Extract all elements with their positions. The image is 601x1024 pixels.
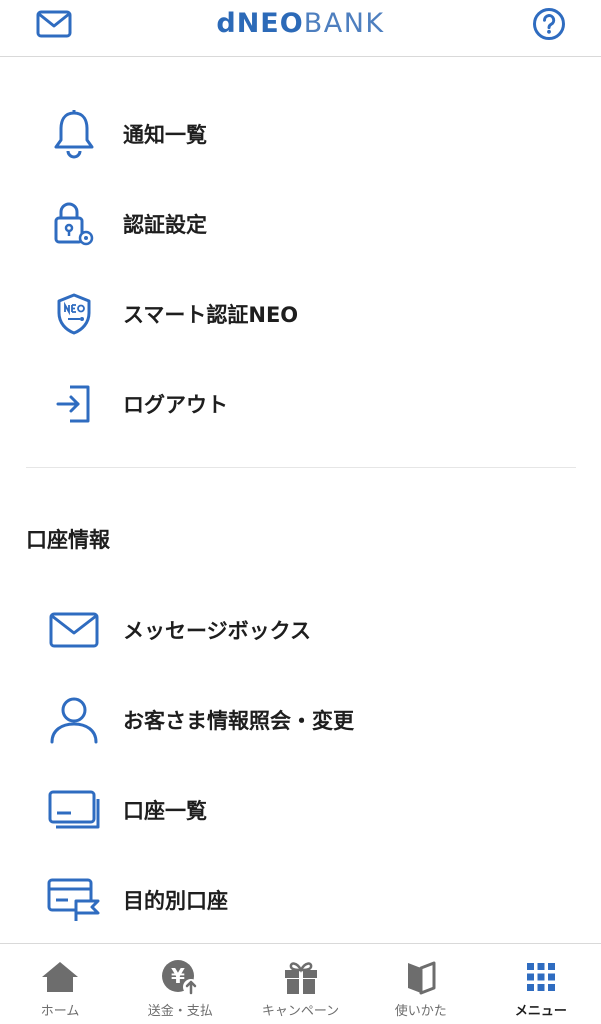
tab-transfer-payment[interactable]: ¥ 送金・支払 <box>120 944 240 1024</box>
neo-shield-icon <box>44 284 104 344</box>
tab-campaign[interactable]: キャンペーン <box>240 944 360 1024</box>
menu-item-customer-info[interactable]: お客さま情報照会・変更 <box>0 677 601 763</box>
home-icon <box>40 958 80 996</box>
section-title-account: 口座情報 <box>26 528 110 552</box>
gift-icon <box>282 958 320 996</box>
person-icon <box>44 690 104 750</box>
tab-home[interactable]: ホーム <box>0 944 120 1024</box>
menu-label: スマート認証NEO <box>123 303 299 327</box>
help-icon[interactable] <box>527 6 571 42</box>
grid-icon <box>525 958 557 996</box>
menu-item-account-list[interactable]: 口座一覧 <box>0 767 601 853</box>
menu-label: メッセージボックス <box>123 619 311 643</box>
menu-item-smart-auth-neo[interactable]: スマート認証NEO <box>0 271 601 357</box>
logo-bank: BANK <box>303 8 385 39</box>
tab-label: 送金・支払 <box>147 1004 213 1019</box>
tab-label: 使いかた <box>394 1004 447 1019</box>
app-logo: dNEOBANK <box>0 8 601 39</box>
logout-icon <box>44 374 104 434</box>
tab-how-to-use[interactable]: 使いかた <box>361 944 481 1024</box>
menu-item-notifications[interactable]: 通知一覧 <box>0 91 601 177</box>
logo-neo: NEO <box>236 8 304 39</box>
app-header: dNEOBANK <box>0 0 601 57</box>
tab-label: メニュー <box>514 1004 567 1019</box>
menu-item-message-box[interactable]: メッセージボックス <box>0 587 601 673</box>
menu-label: 目的別口座 <box>123 889 228 913</box>
menu-label: 認証設定 <box>123 213 207 237</box>
logo-d: d <box>216 8 237 39</box>
card-flag-icon <box>44 870 104 930</box>
yen-icon: ¥ <box>160 958 200 996</box>
menu-label: 通知一覧 <box>123 123 207 147</box>
cards-icon <box>44 780 104 840</box>
tab-label: キャンペーン <box>261 1004 340 1019</box>
menu-item-logout[interactable]: ログアウト <box>0 361 601 447</box>
section-divider <box>26 467 576 468</box>
menu-item-purpose-account[interactable]: 目的別口座 <box>0 857 601 943</box>
tab-menu[interactable]: メニュー <box>481 944 601 1024</box>
menu-label: ログアウト <box>123 393 228 417</box>
bell-icon <box>44 104 104 164</box>
tab-bar: ホーム ¥ 送金・支払 キャンペーン 使いかた メニュー <box>0 943 601 1024</box>
menu-label: お客さま情報照会・変更 <box>123 709 354 733</box>
svg-text:¥: ¥ <box>171 964 185 988</box>
lock-gear-icon <box>44 194 104 254</box>
tab-label: ホーム <box>40 1004 80 1019</box>
menu-item-auth-settings[interactable]: 認証設定 <box>0 181 601 267</box>
book-icon <box>404 958 438 996</box>
envelope-icon <box>44 600 104 660</box>
menu-label: 口座一覧 <box>123 799 207 823</box>
